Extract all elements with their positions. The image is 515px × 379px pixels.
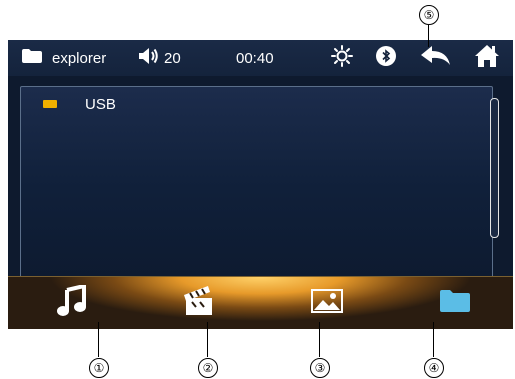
clock: 00:40 xyxy=(236,40,274,76)
callout-line-1 xyxy=(98,322,99,357)
list-item[interactable]: USB xyxy=(43,93,116,115)
folder-icon xyxy=(440,289,470,317)
callout-line-3 xyxy=(319,322,320,357)
clapperboard-icon xyxy=(182,285,216,322)
callout-4: ④ xyxy=(424,358,444,378)
scrollbar[interactable] xyxy=(490,98,499,238)
explorer-title: explorer xyxy=(22,40,106,76)
callout-line-2 xyxy=(207,322,208,357)
status-bar: explorer 20 00:40 xyxy=(8,40,513,76)
callout-line-5 xyxy=(428,25,429,47)
music-note-icon xyxy=(56,282,88,322)
time-display: 00:40 xyxy=(236,49,274,67)
callout-5: ⑤ xyxy=(419,5,439,25)
callout-3: ③ xyxy=(310,358,330,378)
usb-drive-icon xyxy=(43,100,57,108)
brightness-icon xyxy=(331,44,353,72)
speaker-icon xyxy=(138,47,160,70)
folder-button[interactable] xyxy=(435,285,475,321)
bottom-nav-bar xyxy=(8,276,513,329)
back-arrow-icon xyxy=(421,45,451,71)
app-title: explorer xyxy=(52,49,107,67)
callout-2: ② xyxy=(198,358,218,378)
brightness-button[interactable] xyxy=(331,40,353,76)
music-button[interactable] xyxy=(52,282,92,322)
bluetooth-button[interactable] xyxy=(376,40,396,76)
picture-icon xyxy=(311,288,343,318)
volume-control[interactable]: 20 xyxy=(138,40,181,76)
back-button[interactable] xyxy=(421,40,451,76)
folder-icon xyxy=(22,48,42,68)
callout-1: ① xyxy=(89,358,109,378)
callout-line-4 xyxy=(433,322,434,357)
bluetooth-icon xyxy=(376,45,396,71)
volume-level: 20 xyxy=(164,49,181,67)
home-icon xyxy=(475,44,499,72)
video-button[interactable] xyxy=(179,285,219,321)
list-item-label: USB xyxy=(85,95,116,113)
photo-button[interactable] xyxy=(307,285,347,321)
device-screen: explorer 20 00:40 USB xyxy=(8,40,513,329)
home-button[interactable] xyxy=(475,40,499,76)
